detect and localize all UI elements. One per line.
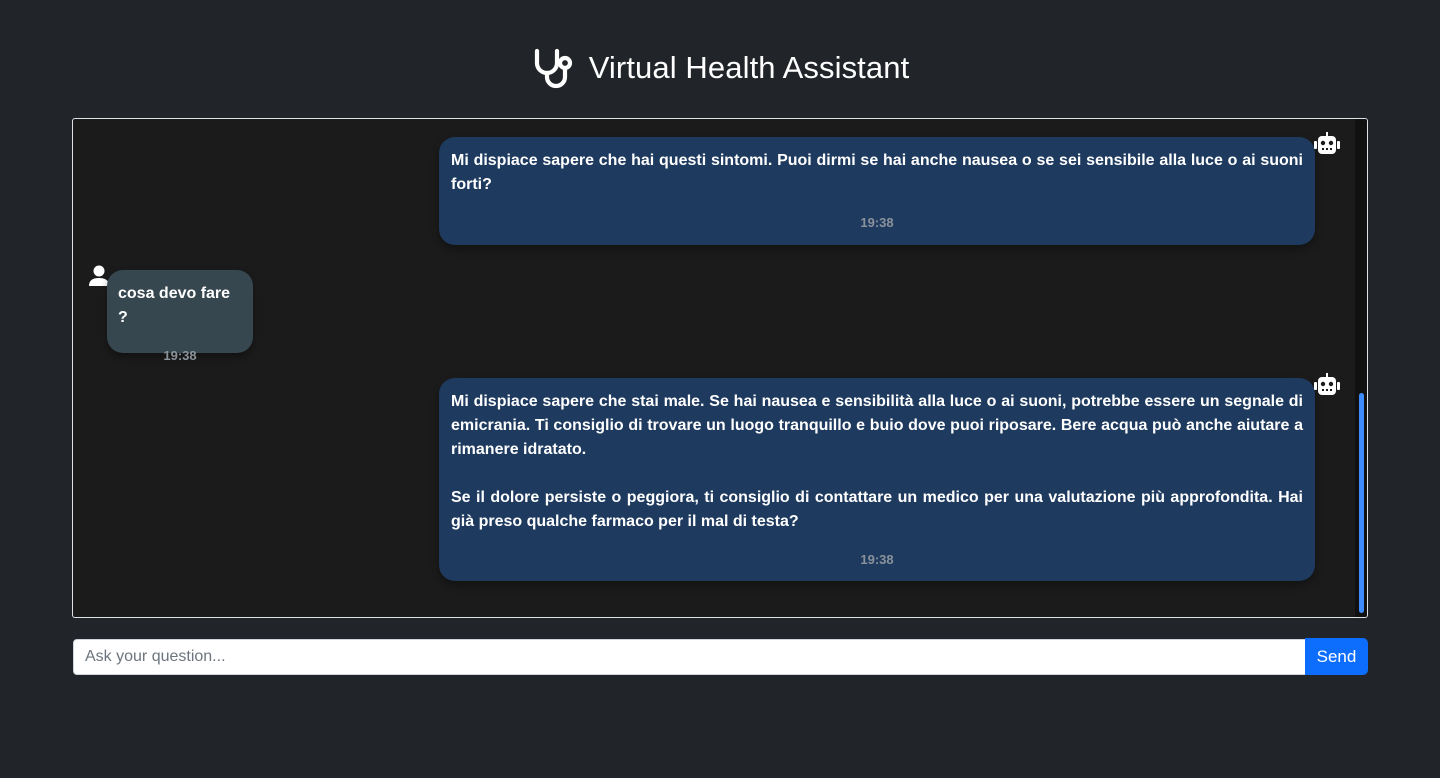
- message-time: 19:38: [860, 552, 894, 567]
- scrollbar-thumb[interactable]: [1359, 393, 1364, 613]
- message-time: 19:38: [163, 348, 197, 363]
- chat-scrollbar[interactable]: [1355, 119, 1367, 617]
- message-text: cosa devo fare ?: [118, 285, 231, 326]
- bot-message: Mi dispiace sapere che hai questi sintom…: [439, 137, 1315, 245]
- page-title: Virtual Health Assistant: [588, 50, 910, 85]
- message-text: Mi dispiace sapere che stai male. Se hai…: [451, 393, 1303, 458]
- robot-icon: [1314, 131, 1340, 157]
- message-text: Se il dolore persiste o peggiora, ti con…: [451, 489, 1303, 530]
- message-composer: Send: [73, 638, 1368, 675]
- send-button[interactable]: Send: [1305, 638, 1368, 675]
- stethoscope-icon: [531, 46, 575, 90]
- chat-window[interactable]: Mi dispiace sapere che hai questi sintom…: [72, 118, 1368, 618]
- app-header: Virtual Health Assistant: [0, 40, 1440, 96]
- message-time: 19:38: [860, 215, 894, 230]
- message-text: Mi dispiace sapere che hai questi sintom…: [451, 152, 1303, 193]
- robot-icon: [1314, 372, 1340, 398]
- bot-message: Mi dispiace sapere che stai male. Se hai…: [439, 378, 1315, 581]
- question-input[interactable]: [73, 639, 1305, 675]
- user-message: cosa devo fare ? 19:38: [107, 270, 253, 363]
